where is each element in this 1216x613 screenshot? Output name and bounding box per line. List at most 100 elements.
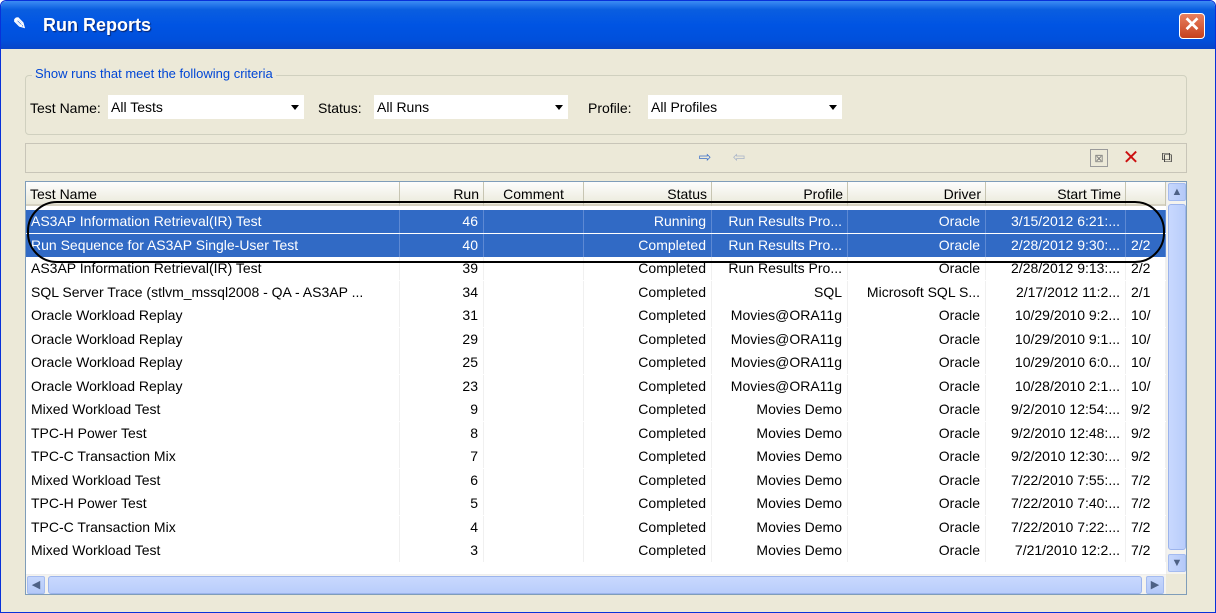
chevron-down-icon [291,105,299,110]
column-header-comment[interactable]: Comment [484,182,584,206]
cell-name: AS3AP Information Retrieval(IR) Test [26,210,400,233]
cell-driver: Oracle [848,539,986,562]
table-row[interactable]: AS3AP Information Retrieval(IR) Test 39 Co… [26,257,1166,280]
scroll-left-icon[interactable]: ◀ [27,576,45,594]
column-header-status[interactable]: Status [584,182,712,206]
cell-comment [484,327,584,351]
table-row[interactable]: Oracle Workload Replay 29 Completed Movies@… [26,327,1166,351]
status-label: Status: [318,100,362,116]
cell-profile: Movies Demo [712,539,848,562]
vertical-scrollbar[interactable]: ▲ ▼ [1166,182,1186,574]
import-icon[interactable]: ⇦ [730,149,748,167]
cell-start: 10/28/2010 2:1... [986,374,1126,398]
table-row[interactable]: Mixed Workload Test 9 Completed Movies Demo… [26,398,1166,421]
cell-name: Oracle Workload Replay [26,304,400,327]
cell-driver: Oracle [848,257,986,280]
cell-profile: Movies Demo [712,445,848,468]
test-name-label: Test Name: [30,100,101,116]
table-row[interactable]: Run Sequence for AS3AP Single-User Test 4… [26,233,1166,257]
cell-extra: 10/ [1126,351,1166,374]
column-header-run[interactable]: Run [400,182,484,206]
profile-value: All Profiles [651,99,718,115]
cell-name: SQL Server Trace (stlvm_mssql2008 - QA -… [26,280,400,304]
cell-status: Completed [584,327,712,351]
table-row[interactable]: Mixed Workload Test 3 Completed Movies Demo… [26,539,1166,562]
cell-comment [484,492,584,515]
cell-extra: 7/2 [1126,515,1166,539]
profile-label: Profile: [588,100,632,116]
cell-comment [484,398,584,421]
table-row[interactable]: Oracle Workload Replay 23 Completed Movies@… [26,374,1166,398]
column-header-driver[interactable]: Driver [848,182,986,206]
cell-run: 23 [400,374,484,398]
column-header-profile[interactable]: Profile [712,182,848,206]
criteria-group: Show runs that meet the following criter… [25,66,1187,135]
table-row[interactable]: TPC-H Power Test 5 Completed Movies Demo Ora… [26,492,1166,515]
status-dropdown[interactable]: All Runs [374,95,568,119]
cell-run: 6 [400,468,484,492]
cell-extra: 10/ [1126,304,1166,327]
cell-profile: Run Results Pro... [712,233,848,257]
scroll-down-icon[interactable]: ▼ [1168,554,1186,572]
close-button[interactable]: ✕ [1179,13,1205,39]
cell-profile: Movies@ORA11g [712,351,848,374]
cell-start: 7/22/2010 7:22:... [986,515,1126,539]
column-header-start-time[interactable]: Start Time [986,182,1126,206]
cell-comment [484,280,584,304]
cell-comment [484,515,584,539]
table-row[interactable]: Mixed Workload Test 6 Completed Movies Demo… [26,468,1166,492]
open-report-icon[interactable]: ⧉ [1158,149,1176,167]
table-header: Test Name Run Comment Status Profile Driver St… [26,182,1166,206]
table-row[interactable]: TPC-C Transaction Mix 4 Completed Movies De… [26,515,1166,539]
cell-run: 31 [400,304,484,327]
column-header-overflow[interactable] [1126,182,1166,206]
cell-run: 5 [400,492,484,515]
cell-driver: Oracle [848,351,986,374]
cell-driver: Oracle [848,210,986,233]
cell-run: 40 [400,233,484,257]
cell-start: 9/2/2010 12:48:... [986,421,1126,445]
column-header-test-name[interactable]: Test Name [26,182,400,206]
cell-start: 10/29/2010 9:2... [986,304,1126,327]
cell-extra: 7/2 [1126,468,1166,492]
cell-start: 7/22/2010 7:55:... [986,468,1126,492]
export-icon[interactable]: ⇨ [696,149,714,167]
scroll-right-icon[interactable]: ▶ [1146,576,1164,594]
cell-status: Running [584,210,712,233]
cell-status: Completed [584,233,712,257]
title-bar[interactable]: ✎ Run Reports ✕ [1,1,1215,49]
cell-name: Mixed Workload Test [26,539,400,562]
chevron-down-icon [555,105,563,110]
scroll-up-icon[interactable]: ▲ [1168,183,1186,201]
test-name-dropdown[interactable]: All Tests [108,95,304,119]
table-row[interactable]: TPC-C Transaction Mix 7 Completed Movies De… [26,445,1166,468]
cell-run: 3 [400,539,484,562]
cell-profile: Movies@ORA11g [712,327,848,351]
cell-extra: 10/ [1126,374,1166,398]
profile-dropdown[interactable]: All Profiles [648,95,842,119]
table-row[interactable]: SQL Server Trace (stlvm_mssql2008 - QA -… [26,280,1166,304]
cell-extra: 2/2 [1126,257,1166,280]
table-row[interactable]: Oracle Workload Replay 31 Completed Movies@… [26,304,1166,327]
cell-driver: Microsoft SQL S... [848,280,986,304]
cell-extra: 9/2 [1126,421,1166,445]
runs-table[interactable]: Test Name Run Comment Status Profile Driver St… [25,181,1187,595]
table-row[interactable]: TPC-H Power Test 8 Completed Movies Demo Ora… [26,421,1166,445]
cell-run: 39 [400,257,484,280]
horizontal-scroll-thumb[interactable] [48,576,1142,594]
cell-extra: 10/ [1126,327,1166,351]
cell-comment [484,468,584,492]
vertical-scroll-thumb[interactable] [1168,204,1186,550]
app-icon: ✎ [13,16,27,33]
table-row[interactable]: Oracle Workload Replay 25 Completed Movies@… [26,351,1166,374]
delete-icon[interactable]: ✕ [1122,148,1140,168]
clear-filter-icon[interactable]: ⊠ [1090,149,1108,167]
cell-name: TPC-H Power Test [26,421,400,445]
table-row[interactable]: AS3AP Information Retrieval(IR) Test 46 Ru… [26,210,1166,233]
cell-run: 29 [400,327,484,351]
cell-run: 4 [400,515,484,539]
cell-driver: Oracle [848,445,986,468]
cell-extra: 9/2 [1126,445,1166,468]
horizontal-scrollbar[interactable]: ◀ ▶ [26,574,1166,594]
cell-profile: SQL [712,280,848,304]
